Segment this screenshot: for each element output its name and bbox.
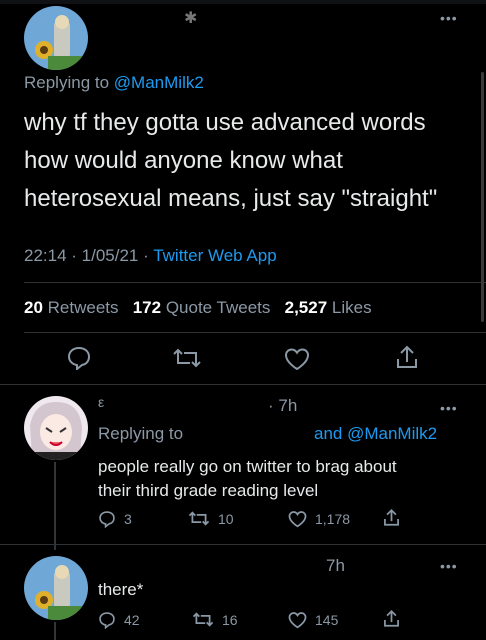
top-edge — [0, 0, 486, 4]
stat-quotes[interactable]: 172 Quote Tweets — [133, 298, 275, 317]
divider-reply1 — [0, 544, 486, 545]
tweet-text: why tf they gotta use advanced words how… — [24, 104, 437, 218]
reply1-reply-prefix: Replying to — [98, 424, 184, 443]
divider-top — [24, 282, 486, 283]
more-dots-icon[interactable]: ••• — [440, 10, 458, 26]
reply1-reply-count: 3 — [124, 511, 132, 527]
star-decoration-icon: ✱ — [184, 10, 198, 27]
reply1-reply-suffix[interactable]: and @ManMilk2 — [314, 424, 437, 444]
reply2-share-action[interactable] — [382, 609, 401, 628]
reply1-avatar[interactable] — [24, 396, 88, 460]
tweet-meta: 22:14 · 1/05/21 · Twitter Web App — [24, 246, 277, 266]
reply1-like-action[interactable]: 1,178 — [288, 510, 350, 528]
retweet-icon — [192, 612, 214, 627]
reply1-time[interactable]: · 7h — [268, 396, 297, 416]
reply2-avatar[interactable] — [24, 556, 88, 620]
reply2-more-icon[interactable]: ••• — [440, 558, 458, 574]
reply2-retweet-action[interactable]: 16 — [192, 611, 238, 628]
reply2-reply-count: 42 — [124, 612, 140, 628]
reply1-share-action[interactable] — [382, 508, 401, 527]
stat-retweets[interactable]: 20 Retweets — [24, 298, 123, 317]
divider-bottom — [0, 384, 486, 385]
reply2-like-count: 145 — [315, 612, 339, 628]
scrollbar[interactable] — [481, 72, 484, 322]
reply-icon — [99, 612, 115, 629]
like-icon — [288, 612, 307, 629]
tweet-text-line-3: heterosexual means, just say "straight" — [24, 185, 438, 212]
reply2-retweet-count: 16 — [222, 611, 238, 628]
source-link[interactable]: Twitter Web App — [153, 246, 276, 265]
likes-label: Likes — [331, 298, 372, 317]
reply2-like-action[interactable]: 145 — [288, 611, 338, 629]
like-icon[interactable] — [284, 347, 310, 376]
retweets-count: 20 — [24, 298, 43, 317]
retweet-icon[interactable] — [172, 347, 202, 374]
reply1-text: people really go on twitter to brag abou… — [98, 455, 397, 503]
retweet-icon — [188, 511, 210, 526]
quotes-label: Quote Tweets — [165, 298, 271, 317]
quotes-count: 172 — [132, 298, 162, 317]
like-icon — [288, 511, 307, 528]
tweet-text-line-2: how would anyone know what — [24, 147, 343, 174]
main-avatar[interactable] — [24, 6, 88, 70]
reply1-retweet-count: 10 — [218, 510, 234, 527]
reply1-context: Replying to and @ManMilk2 — [98, 424, 468, 444]
timestamp[interactable]: 22:14 · 1/05/21 · — [24, 246, 149, 265]
reply2-thread-line — [54, 622, 56, 640]
reply1-like-count: 1,178 — [315, 511, 351, 527]
reply1-text-line-2: their third grade reading level — [98, 481, 319, 500]
reply-prefix: Replying to — [24, 73, 110, 92]
reply-handle-link[interactable]: @ManMilk2 — [114, 73, 204, 92]
retweets-label: Retweets — [47, 298, 119, 317]
share-icon[interactable] — [394, 344, 420, 375]
likes-count: 2,527 — [284, 298, 328, 317]
stat-likes[interactable]: 2,527 Likes — [285, 298, 372, 317]
share-icon — [384, 609, 399, 627]
tweet-stats: 20 Retweets 172 Quote Tweets 2,527 Likes — [24, 298, 372, 318]
reply2-text: there* — [98, 580, 144, 599]
reply-icon[interactable] — [66, 346, 92, 375]
reply1-reply-action[interactable]: 3 — [98, 510, 132, 528]
reply1-thread-line — [54, 462, 56, 550]
reply-icon — [99, 511, 115, 528]
reply1-more-icon[interactable]: ••• — [440, 400, 458, 416]
divider-mid — [24, 332, 486, 333]
reply2-time[interactable]: 7h — [326, 556, 345, 576]
reply1-name-glyph: ε — [98, 394, 105, 410]
reply1-retweet-action[interactable]: 10 — [188, 510, 234, 527]
reply-context: Replying to @ManMilk2 — [24, 73, 204, 93]
tweet-text-line-1: why tf they gotta use advanced words — [24, 109, 426, 136]
reply2-reply-action[interactable]: 42 — [98, 611, 140, 629]
reply1-text-line-1: people really go on twitter to brag abou… — [98, 457, 397, 476]
share-icon — [384, 508, 399, 526]
